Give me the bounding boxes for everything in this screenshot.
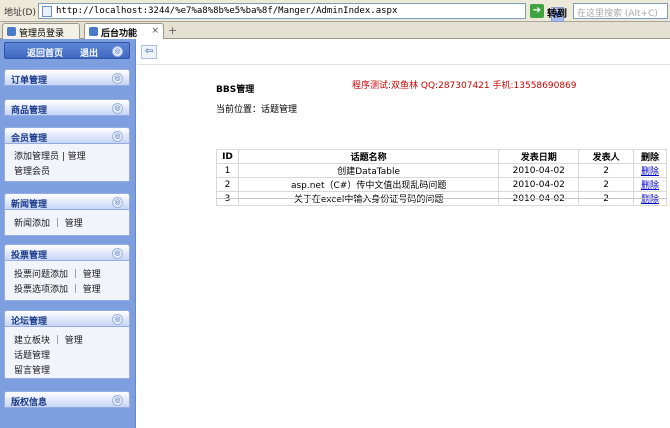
section-order[interactable]: 订单管理 ◎ [4,69,130,86]
menu-link-manage-members[interactable]: 管理会员 [14,164,50,177]
cell-author: 2 [578,163,635,178]
section-title: 会员管理 [11,134,48,144]
tab-label: 管理员登录 [19,29,65,39]
page-icon [89,27,98,36]
table-bottom-rule [216,198,667,199]
tab-backend[interactable]: 后台功能 × [84,23,164,40]
header-topic: 话题名称 [237,149,500,164]
breadcrumb: 当前位置：话题管理 [216,105,298,115]
address-url[interactable]: http://localhost:3244/%e7%a8%8b%e5%ba%8f… [56,6,397,16]
search-input[interactable]: 在这里搜索 (Alt+C) [573,3,668,19]
collapse-icon[interactable]: ◎ [112,314,123,325]
expand-icon[interactable]: ◎ [112,395,123,406]
main-content: ⇦ BBS管理 程序测试:双鱼林 QQ:287307421 手机:1355869… [137,39,670,428]
section-vote-body: 投票问题添加 ｜ 管理 投票选项添加 ｜ 管理 [4,261,130,301]
menu-link-vote-option[interactable]: 投票选项添加 ｜ 管理 [14,282,101,295]
expand-icon[interactable]: ◎ [112,73,123,84]
menu-link-news-add[interactable]: 新闻添加 ｜ 管理 [14,216,83,229]
section-vote[interactable]: 投票管理 ◎ [4,244,130,261]
section-copyright[interactable]: 版权信息 ◎ [4,391,130,408]
table-header-row: ID 话题名称 发表日期 发表人 删除 [216,149,667,164]
cell-date: 2010-04-02 [498,177,580,192]
address-bar: 地址(D) http://localhost:3244/%e7%a8%8b%e5… [0,0,670,22]
collapse-icon[interactable]: ◎ [112,248,123,259]
section-title: 订单管理 [11,76,48,86]
header-id: ID [216,149,239,164]
page-icon [42,6,52,17]
cell-id: 2 [216,177,239,192]
section-news[interactable]: 新闻管理 ◎ [4,193,130,210]
section-member[interactable]: 会员管理 ◎ [4,127,130,144]
new-tab-icon[interactable]: + [168,25,177,36]
cell-date: 2010-04-02 [498,163,580,178]
go-arrow-icon: ➔ [530,4,544,18]
expand-icon[interactable]: ◎ [112,103,123,114]
section-title: 商品管理 [11,106,48,116]
back-arrow-icon[interactable]: ⇦ [141,45,157,59]
tab-admin-login[interactable]: 管理员登录 [2,23,80,39]
tab-label: 后台功能 [101,29,138,39]
sidebar: 返回首页 退出 ◎ 订单管理 ◎ 商品管理 ◎ 会员管理 ◎ 添加管理员 | 管… [0,39,136,428]
go-button[interactable]: ➔ 转到 [530,3,570,20]
cell-id: 1 [216,163,239,178]
tab-bar: 管理员登录 后台功能 × + [0,22,670,40]
section-forum-body: 建立板块 ｜ 管理 话题管理 留言管理 [4,327,130,379]
address-label: 地址(D) [4,8,36,18]
page-icon [7,27,16,36]
delete-link[interactable]: 删除 [633,163,667,178]
menu-link-add-admin[interactable]: 添加管理员 | 管理 [14,149,86,162]
header-author: 发表人 [578,149,635,164]
section-member-body: 添加管理员 | 管理 管理会员 [4,144,130,182]
section-title: 论坛管理 [11,317,48,327]
top-nav: 返回首页 退出 ◎ [4,42,130,59]
home-link[interactable]: 返回首页 [27,46,63,59]
collapse-icon[interactable]: ◎ [112,197,123,208]
section-title: 版权信息 [11,398,48,408]
section-title: 投票管理 [11,251,48,261]
cell-topic: asp.net（C#）传中文值出现乱码问题 [237,177,500,192]
address-input[interactable]: http://localhost:3244/%e7%a8%8b%e5%ba%8f… [38,3,564,22]
menu-link-topic-manage[interactable]: 话题管理 [14,348,50,361]
page-title: BBS管理 [216,85,255,95]
close-tab-icon[interactable]: × [151,26,159,36]
header-delete: 删除 [633,149,667,164]
exit-link[interactable]: 退出 [80,46,98,59]
go-label: 转到 [547,9,567,20]
delete-link[interactable]: 删除 [633,177,667,192]
collapse-icon[interactable]: ◎ [112,46,123,57]
test-info: 程序测试:双鱼林 QQ:287307421 手机:13558690869 [352,81,577,91]
menu-link-message-manage[interactable]: 留言管理 [14,363,50,376]
section-title: 新闻管理 [11,200,48,210]
table-row: 2 asp.net（C#）传中文值出现乱码问题 2010-04-02 2 删除 [216,177,667,192]
menu-link-vote-question[interactable]: 投票问题添加 ｜ 管理 [14,267,101,280]
divider [137,64,670,65]
section-forum[interactable]: 论坛管理 ◎ [4,310,130,327]
collapse-icon[interactable]: ◎ [112,131,123,142]
menu-link-create-board[interactable]: 建立板块 ｜ 管理 [14,333,83,346]
table-row: 1 创建DataTable 2010-04-02 2 删除 [216,163,667,178]
cell-author: 2 [578,177,635,192]
cell-topic: 创建DataTable [237,163,500,178]
section-product[interactable]: 商品管理 ◎ [4,99,130,116]
section-news-body: 新闻添加 ｜ 管理 [4,210,130,236]
header-date: 发表日期 [498,149,580,164]
